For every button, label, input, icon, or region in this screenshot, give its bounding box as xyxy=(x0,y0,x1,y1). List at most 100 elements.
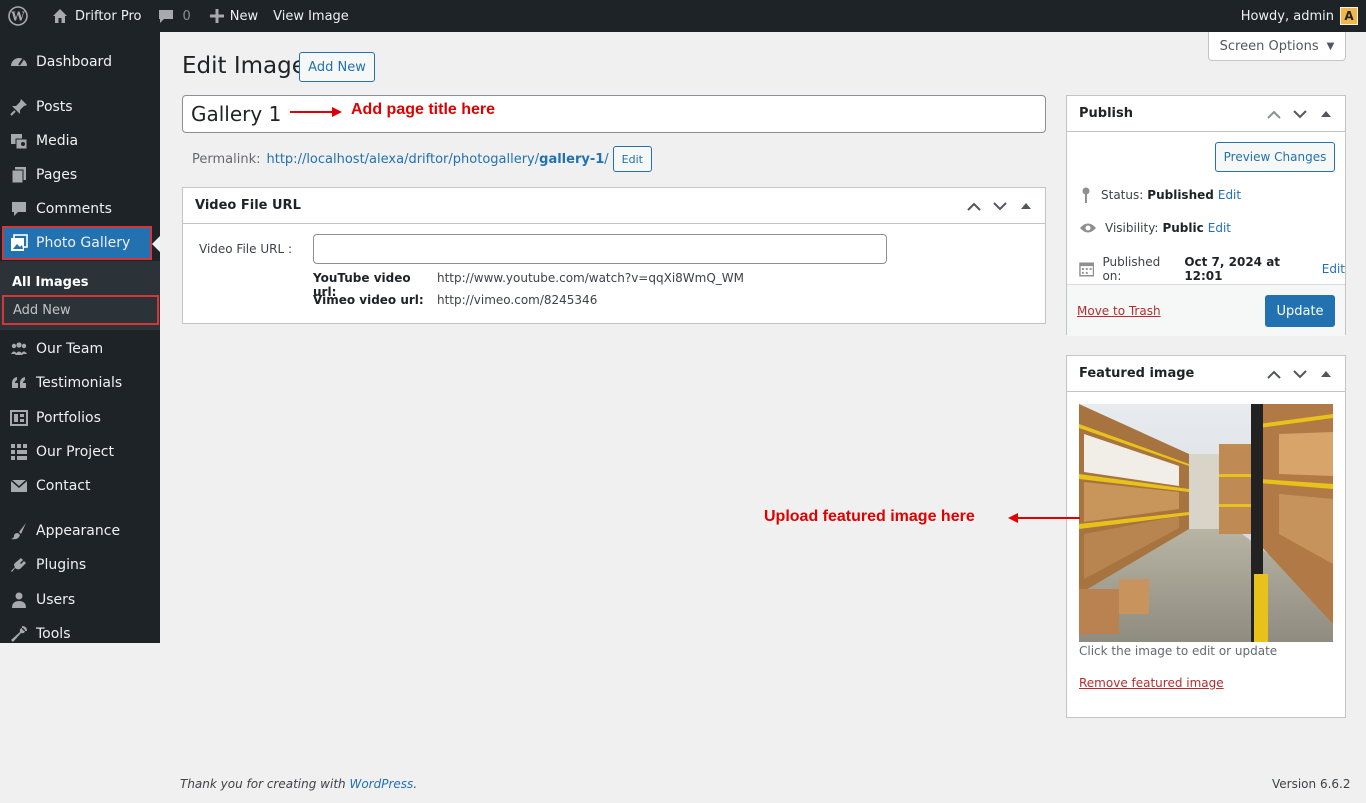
status-edit-link[interactable]: Edit xyxy=(1218,188,1241,202)
video-url-box-header: Video File URL xyxy=(183,188,1045,224)
video-url-label: Video File URL : xyxy=(199,242,292,256)
publish-actions: Move to Trash Update xyxy=(1067,284,1345,336)
toggle-panel-icon[interactable] xyxy=(1013,188,1039,224)
wordpress-icon: W xyxy=(8,6,28,26)
plugin-icon xyxy=(9,555,29,575)
publish-box: Publish Preview Changes Status: Publishe… xyxy=(1066,95,1346,336)
comment-icon xyxy=(159,10,174,23)
permalink-link[interactable]: http://localhost/alexa/driftor/photogall… xyxy=(267,152,609,167)
permalink-row: Permalink: http://localhost/alexa/drifto… xyxy=(192,146,652,172)
eye-icon xyxy=(1080,223,1096,233)
preview-changes-button[interactable]: Preview Changes xyxy=(1215,142,1335,172)
sidebar-item-appearance[interactable]: Appearance xyxy=(0,514,160,548)
visibility-label: Visibility: xyxy=(1105,221,1159,235)
move-up-icon[interactable] xyxy=(1261,96,1287,132)
new-content-link[interactable]: New xyxy=(198,0,265,32)
move-down-icon[interactable] xyxy=(1287,356,1313,392)
status-value: Published xyxy=(1147,188,1214,202)
move-up-icon[interactable] xyxy=(1261,356,1287,392)
footer-version: Version 6.6.2 xyxy=(1272,777,1351,791)
svg-text:W: W xyxy=(10,10,25,24)
grid-icon xyxy=(9,442,29,462)
add-new-button[interactable]: Add New xyxy=(299,52,375,82)
user-icon xyxy=(9,590,29,610)
screen-options-label: Screen Options xyxy=(1219,38,1319,54)
sidebar-item-plugins[interactable]: Plugins xyxy=(0,548,160,582)
sidebar-item-portfolios[interactable]: Portfolios xyxy=(0,401,160,435)
sidebar-item-label: Appearance xyxy=(36,523,121,539)
sidebar-item-label: Posts xyxy=(36,99,73,115)
featured-image-box-title: Featured image xyxy=(1079,366,1195,381)
published-on-label: Published on: xyxy=(1102,255,1161,283)
permalink-base: http://localhost/alexa/driftor/photogall… xyxy=(266,151,540,167)
visibility-edit-link[interactable]: Edit xyxy=(1208,221,1231,235)
plus-icon xyxy=(209,9,224,23)
screen-options-button[interactable]: Screen Options ▼ xyxy=(1208,32,1346,61)
title-annotation: Add page title here xyxy=(351,101,496,118)
featured-image-box-header: Featured image xyxy=(1067,356,1345,392)
sidebar-item-label: Plugins xyxy=(36,557,87,573)
sidebar-item-tools[interactable]: Tools xyxy=(0,617,160,651)
sidebar-item-posts[interactable]: Posts xyxy=(0,90,160,124)
vimeo-label: Vimeo video url: xyxy=(313,293,424,307)
site-name-link[interactable]: Driftor Pro xyxy=(44,0,148,32)
sidebar-item-comments[interactable]: Comments xyxy=(0,192,160,226)
sidebar-item-testimonials[interactable]: Testimonials xyxy=(0,366,160,400)
move-down-icon[interactable] xyxy=(987,188,1013,224)
publish-box-header: Publish xyxy=(1067,96,1345,132)
sidebar-item-label: Media xyxy=(36,133,79,149)
sidebar-item-label: Our Project xyxy=(36,444,114,460)
calendar-icon xyxy=(1079,262,1095,277)
quote-icon xyxy=(9,373,29,393)
published-on-row: Published on: Oct 7, 2024 at 12:01 Edit xyxy=(1079,255,1345,283)
sidebar-item-contact[interactable]: Contact xyxy=(0,469,160,503)
move-to-trash-link[interactable]: Move to Trash xyxy=(1077,304,1161,318)
caret-down-icon: ▼ xyxy=(1326,40,1335,52)
permalink-tail: / xyxy=(604,151,609,167)
status-label: Status: xyxy=(1101,188,1144,202)
featured-image-thumbnail[interactable] xyxy=(1079,404,1333,642)
portfolio-icon xyxy=(9,408,29,428)
toggle-panel-icon[interactable] xyxy=(1313,356,1339,392)
sidebar-item-pages[interactable]: Pages xyxy=(0,158,160,192)
brush-icon xyxy=(9,521,29,541)
featured-image-caption: Click the image to edit or update xyxy=(1079,644,1278,658)
submenu-add-new[interactable]: Add New xyxy=(2,295,159,325)
wordpress-link[interactable]: WordPress xyxy=(349,777,413,791)
admin-bar: W Driftor Pro 0 New View Image Howdy, ad… xyxy=(0,0,1366,32)
visibility-value: Public xyxy=(1162,221,1204,235)
wordpress-logo-button[interactable]: W xyxy=(0,0,44,32)
video-url-input[interactable] xyxy=(313,234,887,264)
view-image-link[interactable]: View Image xyxy=(265,0,356,32)
footer-thanks-prefix: Thank you for creating with xyxy=(180,777,350,791)
sidebar-item-media[interactable]: Media xyxy=(0,124,160,158)
admin-sidebar: Dashboard Posts Media Pages Comments Pho… xyxy=(0,32,160,643)
permalink-edit-button[interactable]: Edit xyxy=(612,146,652,172)
dashboard-icon xyxy=(9,52,29,72)
toggle-panel-icon[interactable] xyxy=(1313,96,1339,132)
move-up-icon[interactable] xyxy=(961,188,987,224)
comments-link[interactable]: 0 xyxy=(148,0,197,32)
footer-thanks-suffix: . xyxy=(413,777,418,791)
publish-box-title: Publish xyxy=(1079,106,1133,121)
visibility-row: Visibility: Public Edit xyxy=(1079,221,1231,235)
sidebar-item-dashboard[interactable]: Dashboard xyxy=(0,45,160,79)
sidebar-item-label: Portfolios xyxy=(36,410,101,426)
move-down-icon[interactable] xyxy=(1287,96,1313,132)
permalink-label: Permalink: xyxy=(192,151,261,167)
pages-icon xyxy=(9,165,29,185)
sidebar-item-photo-gallery[interactable]: Photo Gallery xyxy=(2,226,160,260)
email-icon xyxy=(9,476,29,496)
vimeo-hint: Vimeo video url: http://vimeo.com/824534… xyxy=(313,293,597,307)
sidebar-item-our-project[interactable]: Our Project xyxy=(0,435,160,469)
update-button[interactable]: Update xyxy=(1265,295,1335,327)
howdy-text: Howdy, admin xyxy=(1240,8,1334,24)
wrench-icon xyxy=(9,624,29,644)
remove-featured-image-link[interactable]: Remove featured image xyxy=(1079,676,1224,690)
sidebar-item-users[interactable]: Users xyxy=(0,583,160,617)
published-on-edit-link[interactable]: Edit xyxy=(1322,262,1345,276)
sidebar-item-our-team[interactable]: Our Team xyxy=(0,332,160,366)
featured-image-box: Featured image Click the image to edit o… xyxy=(1066,355,1346,718)
my-account[interactable]: Howdy, admin A xyxy=(1241,7,1366,25)
submenu-all-images[interactable]: All Images xyxy=(0,267,160,297)
